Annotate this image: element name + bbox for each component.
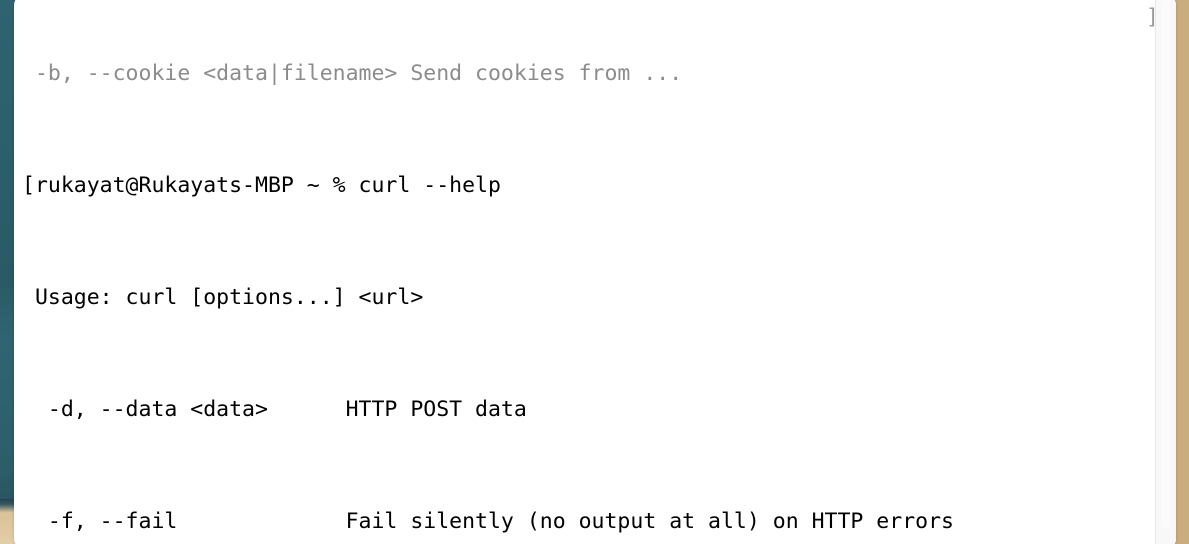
vertical-scrollbar[interactable] bbox=[1155, 0, 1176, 544]
terminal-line-usage: Usage: curl [options...] <url> bbox=[22, 285, 424, 310]
desktop-wallpaper-right-sliver bbox=[1175, 0, 1189, 544]
terminal-text-buffer: -b, --cookie <data|filename> Send cookie… bbox=[22, 0, 1152, 544]
terminal-line-prompt-command: [rukayat@Rukayats-MBP ~ % curl --help bbox=[22, 173, 501, 198]
terminal-line-clipped: -b, --cookie <data|filename> Send cookie… bbox=[22, 61, 683, 86]
desktop-wallpaper-left-bottom-sliver bbox=[0, 499, 15, 544]
terminal-output-area[interactable]: -b, --cookie <data|filename> Send cookie… bbox=[14, 0, 1156, 544]
terminal-line-option-fail: -f, --fail Fail silently (no output at a… bbox=[22, 509, 954, 534]
screen: -b, --cookie <data|filename> Send cookie… bbox=[0, 0, 1189, 544]
desktop-wallpaper-left-sliver bbox=[0, 0, 15, 544]
scrollbar-thumb[interactable] bbox=[1161, 0, 1170, 528]
terminal-line-option-data: -d, --data <data> HTTP POST data bbox=[22, 397, 527, 422]
terminal-window[interactable]: -b, --cookie <data|filename> Send cookie… bbox=[14, 0, 1176, 544]
